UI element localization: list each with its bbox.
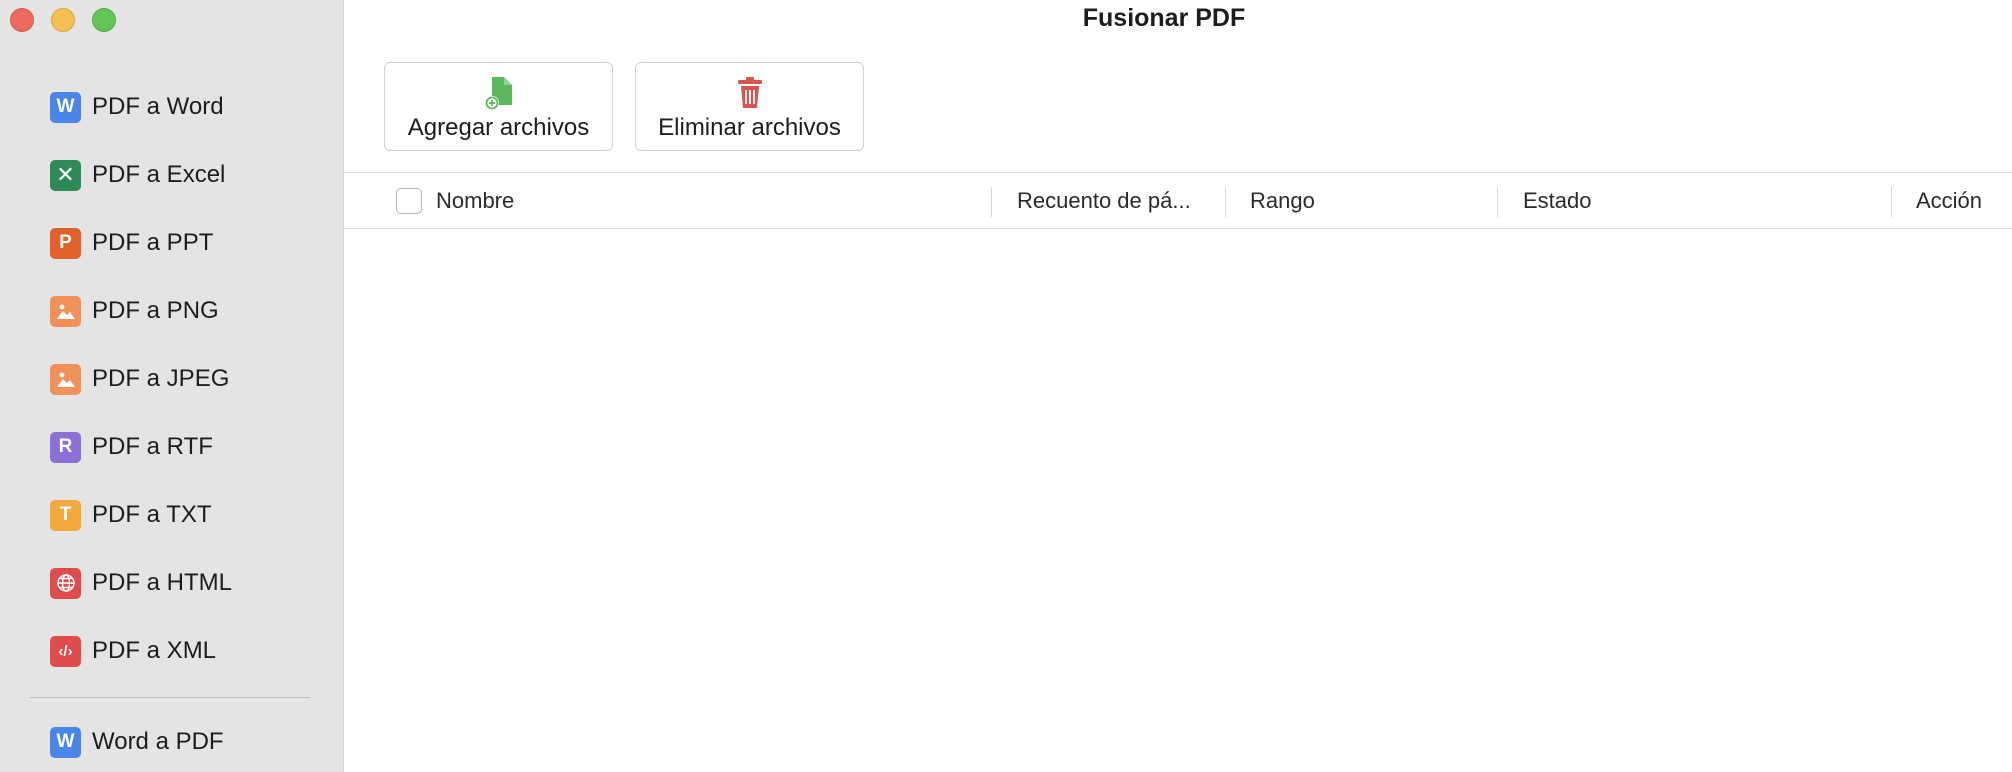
page-title: Fusionar PDF — [1082, 4, 1246, 32]
column-divider[interactable] — [1225, 187, 1226, 217]
add-files-button[interactable]: Agregar archivos — [384, 62, 613, 151]
close-window-button[interactable] — [10, 8, 34, 32]
image-icon — [50, 295, 81, 327]
sidebar-item-label: PDF a HTML — [92, 569, 233, 596]
column-header-page-count[interactable]: Recuento de pá... — [1017, 173, 1191, 228]
txt-icon: T — [50, 499, 81, 531]
add-files-label: Agregar archivos — [407, 114, 590, 141]
file-list-area[interactable] — [344, 229, 2012, 772]
sidebar-item-label: PDF a Word — [92, 93, 224, 120]
window-controls — [10, 8, 116, 32]
column-header-status[interactable]: Estado — [1523, 173, 1592, 228]
sidebar-item-label: PDF a JPEG — [92, 365, 230, 392]
sidebar-item-label: PDF a PNG — [92, 297, 219, 324]
trash-icon — [737, 77, 762, 108]
minimize-window-button[interactable] — [51, 8, 75, 32]
column-divider[interactable] — [1497, 187, 1498, 217]
sidebar-item-pdf-to-jpeg[interactable]: PDF a JPEG — [50, 362, 229, 396]
table-header: Nombre Recuento de pá... Rango Estado Ac… — [344, 172, 2012, 229]
sidebar-item-pdf-to-html[interactable]: PDF a HTML — [50, 566, 232, 600]
sidebar-item-label: PDF a PPT — [92, 229, 214, 256]
remove-files-label: Eliminar archivos — [658, 114, 841, 141]
globe-icon — [50, 567, 81, 599]
maximize-window-button[interactable] — [92, 8, 116, 32]
sidebar-item-pdf-to-word[interactable]: W PDF a Word — [50, 90, 224, 124]
sidebar-item-pdf-to-xml[interactable]: ‹/› PDF a XML — [50, 634, 216, 668]
column-header-action[interactable]: Acción — [1916, 173, 1982, 228]
sidebar-item-label: Word a PDF — [92, 728, 224, 755]
sidebar-item-pdf-to-rtf[interactable]: R PDF a RTF — [50, 430, 213, 464]
add-file-icon — [484, 77, 512, 110]
sidebar-item-label: PDF a RTF — [92, 433, 213, 460]
sidebar-item-pdf-to-txt[interactable]: T PDF a TXT — [50, 498, 212, 532]
column-divider[interactable] — [991, 187, 992, 217]
word-icon: W — [50, 91, 81, 123]
column-header-name[interactable]: Nombre — [436, 173, 514, 228]
sidebar-item-pdf-to-png[interactable]: PDF a PNG — [50, 294, 219, 328]
sidebar-item-label: PDF a XML — [92, 637, 217, 664]
sidebar: W PDF a Word ✕ PDF a Excel P PDF a PPT P… — [0, 0, 344, 772]
sidebar-divider — [30, 697, 310, 698]
code-icon: ‹/› — [50, 635, 81, 667]
word-icon: W — [50, 726, 81, 758]
column-divider[interactable] — [1891, 187, 1892, 217]
sidebar-item-pdf-to-ppt[interactable]: P PDF a PPT — [50, 226, 213, 260]
image-icon — [50, 363, 81, 395]
sidebar-item-pdf-to-excel[interactable]: ✕ PDF a Excel — [50, 158, 225, 192]
sidebar-item-label: PDF a TXT — [92, 501, 212, 528]
ppt-icon: P — [50, 227, 81, 259]
rtf-icon: R — [50, 431, 81, 463]
excel-icon: ✕ — [50, 159, 81, 191]
column-header-range[interactable]: Rango — [1250, 173, 1315, 228]
sidebar-item-label: PDF a Excel — [92, 161, 226, 188]
sidebar-item-word-to-pdf[interactable]: W Word a PDF — [50, 725, 224, 759]
remove-files-button[interactable]: Eliminar archivos — [635, 62, 864, 151]
main-panel: Fusionar PDF Agregar archivos Eliminar a… — [344, 0, 2012, 772]
select-all-checkbox[interactable] — [396, 188, 422, 214]
